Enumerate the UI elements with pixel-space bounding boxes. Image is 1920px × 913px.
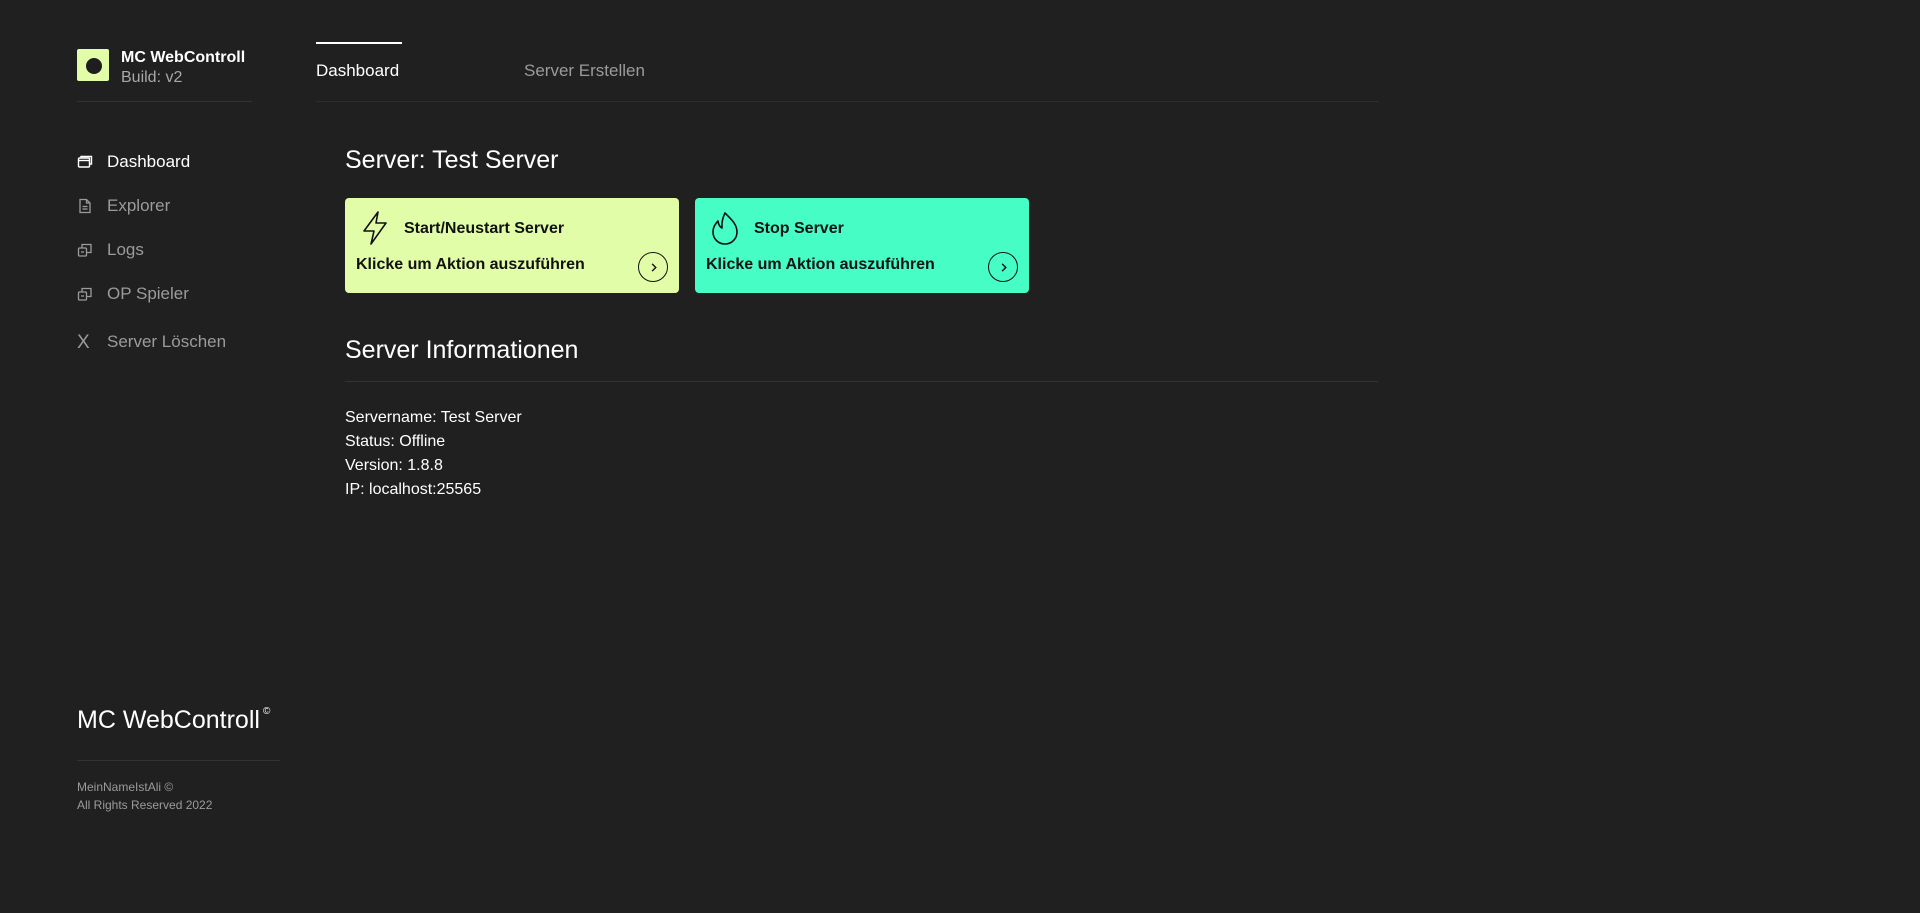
brand-name: MC WebControll bbox=[121, 49, 246, 66]
sidebar-item-label: Server Löschen bbox=[107, 332, 227, 351]
stack-icon bbox=[77, 286, 93, 302]
tab-server-erstellen[interactable]: Server Erstellen bbox=[524, 42, 645, 100]
footer-copyright-mark: © bbox=[262, 706, 271, 717]
x-icon: X bbox=[77, 331, 90, 353]
brand-build: Build: v2 bbox=[121, 69, 183, 86]
sidebar-item-op-spieler[interactable]: OP Spieler bbox=[77, 272, 297, 316]
sidebar-nav: Dashboard Explorer Logs OP Spieler X Ser… bbox=[77, 140, 297, 364]
footer-brand: MC WebControll © bbox=[77, 706, 270, 735]
page-title: Server: Test Server bbox=[345, 146, 559, 174]
top-tabs: Dashboard Server Erstellen bbox=[316, 42, 1378, 102]
flame-icon bbox=[709, 210, 741, 246]
card-title: Stop Server bbox=[754, 220, 844, 237]
card-title: Start/Neustart Server bbox=[404, 220, 565, 237]
brand-text: MC WebControll Build: v2 bbox=[121, 48, 245, 88]
brand-divider bbox=[77, 101, 252, 102]
sidebar-item-logs[interactable]: Logs bbox=[77, 228, 297, 272]
info-servername: Servername: Test Server bbox=[345, 409, 522, 426]
info-version: Version: 1.8.8 bbox=[345, 457, 443, 474]
info-status: Status: Offline bbox=[345, 433, 446, 450]
sidebar-item-server-loeschen[interactable]: X Server Löschen bbox=[77, 320, 297, 364]
stop-server-card[interactable]: Stop Server Klicke um Aktion auszuführen bbox=[695, 198, 1029, 293]
sidebar-item-label: OP Spieler bbox=[107, 284, 189, 303]
sidebar-item-dashboard[interactable]: Dashboard bbox=[77, 140, 297, 184]
document-icon bbox=[77, 198, 93, 214]
footer-author: MeinNameIstAli © bbox=[77, 780, 174, 794]
stack-icon bbox=[77, 242, 93, 258]
footer-text: MeinNameIstAli © All Rights Reserved 202… bbox=[77, 778, 212, 814]
chevron-right-icon[interactable] bbox=[638, 252, 668, 282]
start-restart-server-card[interactable]: Start/Neustart Server Klicke um Aktion a… bbox=[345, 198, 679, 293]
footer-divider bbox=[77, 760, 280, 761]
server-info-title: Server Informationen bbox=[345, 336, 579, 364]
window-icon bbox=[77, 154, 93, 170]
footer-brand-name: MC WebControll bbox=[77, 706, 260, 734]
app-root: MC WebControll Build: v2 Dashboard Explo… bbox=[0, 0, 1920, 913]
section-divider bbox=[345, 381, 1378, 382]
card-subtitle: Klicke um Aktion auszuführen bbox=[706, 256, 935, 273]
tab-dashboard[interactable]: Dashboard bbox=[316, 42, 402, 100]
card-subtitle: Klicke um Aktion auszuführen bbox=[356, 256, 585, 273]
chevron-right-icon[interactable] bbox=[988, 252, 1018, 282]
footer-rights: All Rights Reserved 2022 bbox=[77, 798, 213, 812]
brand[interactable]: MC WebControll Build: v2 bbox=[77, 48, 245, 88]
server-info-list: Servername: Test Server Status: Offline … bbox=[345, 406, 522, 502]
brand-logo-icon bbox=[77, 49, 109, 81]
sidebar-item-label: Logs bbox=[107, 240, 144, 259]
sidebar: MC WebControll Build: v2 Dashboard Explo… bbox=[77, 0, 287, 913]
lightning-icon bbox=[359, 210, 391, 246]
sidebar-item-explorer[interactable]: Explorer bbox=[77, 184, 297, 228]
info-ip: IP: localhost:25565 bbox=[345, 481, 482, 498]
sidebar-item-label: Dashboard bbox=[107, 152, 191, 171]
sidebar-item-label: Explorer bbox=[107, 196, 171, 215]
